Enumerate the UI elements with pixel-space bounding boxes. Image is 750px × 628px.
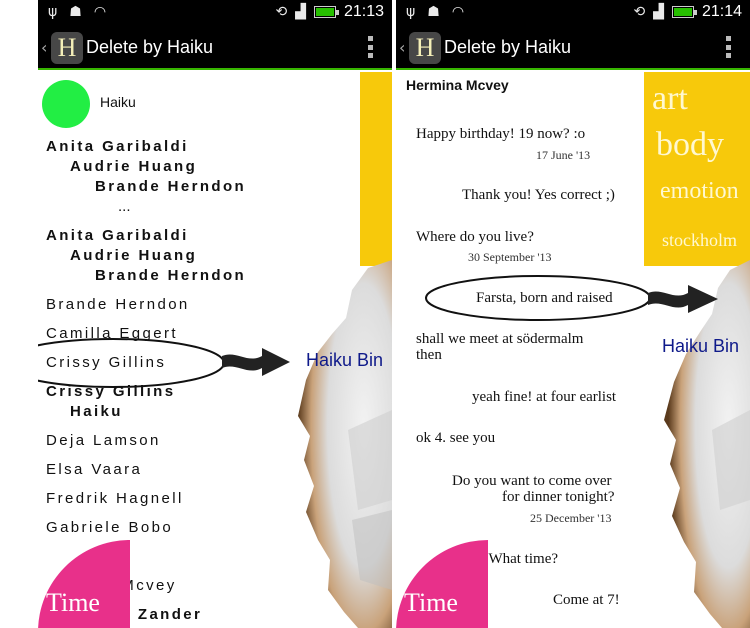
haiku-bin-label: Haiku Bin <box>306 350 384 370</box>
list-item[interactable]: Brande Herndon <box>95 267 246 284</box>
list-item[interactable]: Anita Garibaldi <box>46 138 189 155</box>
drag-annotation <box>38 338 290 388</box>
list-item-ellipsis: ... <box>118 198 131 215</box>
right-phone-screen: ψ ☗ ◠ ⟲ ▟ 21:14 ‹ H Delete by Haiku Herm… <box>396 0 750 628</box>
contact-name: Hermina Mcvey <box>406 77 509 93</box>
rotate-icon: ⟲ <box>633 4 646 20</box>
battery-icon <box>313 6 339 18</box>
message-date: 30 September '13 <box>468 250 552 264</box>
overflow-menu-icon[interactable] <box>726 36 732 58</box>
action-bar-title: Delete by Haiku <box>86 37 214 57</box>
tag-body[interactable]: body <box>656 126 724 164</box>
back-chevron-icon[interactable]: ‹ <box>399 38 405 57</box>
message-date: 17 June '13 <box>536 148 591 162</box>
haiku-status-dot <box>42 80 90 128</box>
status-clock: 21:13 <box>343 3 384 20</box>
overflow-menu-icon[interactable] <box>368 36 374 58</box>
drag-annotation <box>425 275 718 321</box>
android-debug-icon: ☗ <box>427 4 440 20</box>
wifi-icon: ◠ <box>93 4 107 20</box>
message-text[interactable]: ok 4. see you <box>416 430 495 447</box>
message-text[interactable]: yeah fine! at four earlist <box>472 389 616 406</box>
message-text[interactable]: Happy birthday! 19 now? :o <box>416 126 585 143</box>
message-text[interactable]: Come at 7! <box>553 592 620 609</box>
rotate-icon: ⟲ <box>275 4 288 20</box>
message-date: 25 December '13 <box>530 511 612 525</box>
no-signal-icon: ▟ <box>295 4 306 20</box>
status-bar: ψ ☗ ◠ ⟲ ▟ 21:14 <box>396 0 750 26</box>
list-item[interactable]: Fredrik Hagnell <box>46 490 184 507</box>
no-signal-icon: ▟ <box>653 4 664 20</box>
haiku-bin-image[interactable] <box>288 260 392 628</box>
message-text[interactable]: for dinner tonight? <box>502 489 614 506</box>
message-text[interactable]: Where do you live? <box>416 229 534 246</box>
tag-art[interactable]: art <box>652 80 688 118</box>
back-chevron-icon[interactable]: ‹ <box>41 38 47 57</box>
haiku-bin-label: Haiku Bin <box>662 336 740 356</box>
list-item[interactable]: Haiku <box>70 403 123 420</box>
list-item[interactable]: Gabriele Bobo <box>46 519 173 536</box>
haiku-header-label: Haiku <box>100 94 136 110</box>
message-text[interactable]: then <box>416 347 442 364</box>
list-item[interactable]: Audrie Huang <box>70 158 197 175</box>
list-item[interactable]: Brande Herndon <box>46 296 190 313</box>
usb-icon: ψ <box>406 4 416 20</box>
action-bar-title: Delete by Haiku <box>444 37 572 57</box>
tag-stockholm[interactable]: stockholm <box>662 230 737 251</box>
battery-icon <box>671 6 697 18</box>
app-logo-icon[interactable]: H <box>409 32 441 64</box>
status-clock: 21:14 <box>701 3 742 20</box>
time-label: Time <box>46 588 100 617</box>
message-text[interactable]: shall we meet at södermalm <box>416 331 583 348</box>
message-text[interactable]: Do you want to come over <box>452 473 612 490</box>
list-item[interactable]: Elsa Vaara <box>46 461 142 478</box>
tag-strip <box>360 72 392 266</box>
tag-emotion[interactable]: emotion <box>660 178 739 205</box>
list-item[interactable]: Deja Lamson <box>46 432 161 449</box>
left-phone-screen: ψ ☗ ◠ ⟲ ▟ 21:13 ‹ H Delete by Haiku Haik… <box>38 0 392 628</box>
list-item[interactable]: Brande Herndon <box>95 178 246 195</box>
action-bar: ‹ H Delete by Haiku <box>396 26 750 70</box>
wifi-icon: ◠ <box>451 4 465 20</box>
list-item[interactable]: Audrie Huang <box>70 247 197 264</box>
list-item[interactable]: Anita Garibaldi <box>46 227 189 244</box>
time-label: Time <box>404 588 458 617</box>
android-debug-icon: ☗ <box>69 4 82 20</box>
message-text[interactable]: Thank you! Yes correct ;) <box>462 187 615 204</box>
usb-icon: ψ <box>48 4 58 20</box>
status-bar: ψ ☗ ◠ ⟲ ▟ 21:13 <box>38 0 392 26</box>
action-bar: ‹ H Delete by Haiku <box>38 26 392 70</box>
app-logo-icon[interactable]: H <box>51 32 83 64</box>
